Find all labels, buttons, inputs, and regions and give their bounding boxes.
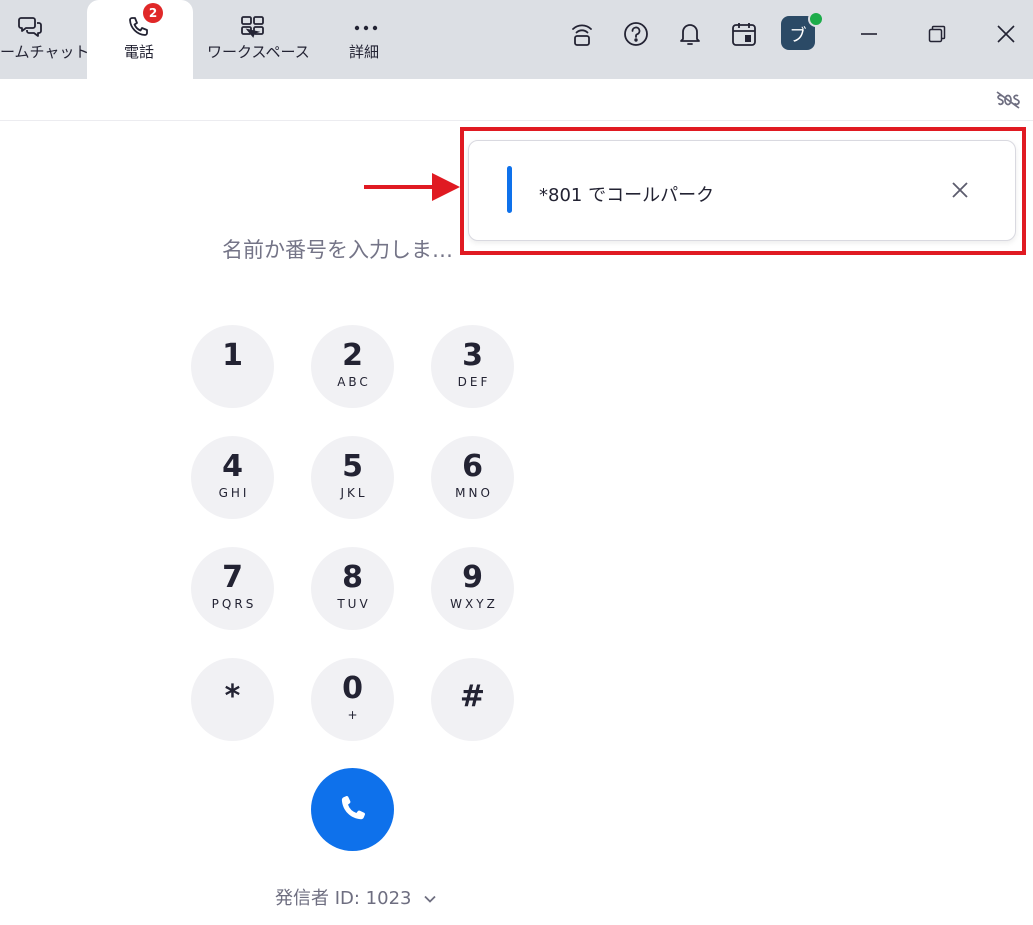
tab-workspace[interactable]: ワークスペース xyxy=(200,0,310,79)
phone-icon xyxy=(338,793,368,827)
dial-key-digit: * xyxy=(224,679,241,714)
secondary-toolbar xyxy=(0,79,1033,121)
annotation-highlight-box xyxy=(460,127,1026,255)
dial-key-letters: PQRS xyxy=(211,597,257,611)
dial-key-digit: 9 xyxy=(462,560,483,595)
dial-key-letters: GHI xyxy=(218,486,250,500)
more-dots-icon xyxy=(353,18,379,37)
dial-key-digit: # xyxy=(459,679,486,714)
help-icon[interactable] xyxy=(622,20,650,48)
dial-key-digit: 7 xyxy=(222,560,243,595)
chevron-down-icon xyxy=(423,887,436,908)
dial-key-digit: 3 xyxy=(462,338,483,373)
dial-key-digit: 2 xyxy=(342,338,363,373)
tab-phone-label: 電話 xyxy=(124,43,155,61)
dial-key-letters: DEF xyxy=(457,375,491,389)
wireless-icon[interactable] xyxy=(568,20,596,48)
dial-key-letters: ABC xyxy=(337,375,371,389)
dial-key-3[interactable]: 3 DEF xyxy=(431,325,514,408)
dial-key-digit: 8 xyxy=(342,560,363,595)
tab-team-chat[interactable]: ームチャット xyxy=(0,0,90,79)
tab-phone[interactable]: 2 電話 xyxy=(87,0,193,79)
call-button[interactable] xyxy=(311,768,394,851)
caller-id-label: 発信者 ID: 1023 xyxy=(275,888,412,909)
dial-key-5[interactable]: 5 JKL xyxy=(311,436,394,519)
bell-icon[interactable] xyxy=(676,20,704,48)
dial-key-letters: MNO xyxy=(455,486,493,500)
tab-team-chat-label: ームチャット xyxy=(0,43,90,61)
dial-key-digit: 5 xyxy=(342,449,363,484)
dial-key-7[interactable]: 7 PQRS xyxy=(191,547,274,630)
presence-status-dot xyxy=(808,11,824,27)
caller-id-selector[interactable]: 発信者 ID: 1023 xyxy=(275,884,436,910)
dial-key-0[interactable]: 0 + xyxy=(311,658,394,741)
annotation-arrow-icon xyxy=(364,170,460,208)
dial-key-digit: 4 xyxy=(222,449,243,484)
dial-key-2[interactable]: 2 ABC xyxy=(311,325,394,408)
calendar-icon[interactable] xyxy=(730,20,758,48)
top-navigation-bar: ームチャット 2 電話 ワークスペース 詳細 ブ xyxy=(0,0,1033,79)
dial-key-letters: JKL xyxy=(340,486,368,500)
dial-key-1[interactable]: 1 xyxy=(191,325,274,408)
sos-off-icon[interactable] xyxy=(995,90,1021,114)
dial-key-letters: WXYZ xyxy=(450,597,498,611)
dial-key-digit: 1 xyxy=(222,338,243,373)
dial-key-hash[interactable]: # xyxy=(431,658,514,741)
dial-key-letters: + xyxy=(347,708,361,722)
close-window-icon[interactable] xyxy=(992,20,1020,48)
tab-more-label: 詳細 xyxy=(349,43,380,61)
dial-key-9[interactable]: 9 WXYZ xyxy=(431,547,514,630)
workspace-icon xyxy=(240,15,266,43)
dial-key-letters: TUV xyxy=(337,597,371,611)
tab-workspace-label: ワークスペース xyxy=(207,43,310,61)
minimize-icon[interactable] xyxy=(855,20,883,48)
chat-bubbles-icon xyxy=(18,15,44,43)
dial-key-digit: 6 xyxy=(462,449,483,484)
tab-more[interactable]: 詳細 xyxy=(320,0,412,79)
dial-key-star[interactable]: * xyxy=(191,658,274,741)
restore-icon[interactable] xyxy=(923,20,951,48)
dial-key-6[interactable]: 6 MNO xyxy=(431,436,514,519)
avatar-initial: ブ xyxy=(789,25,807,46)
dial-key-4[interactable]: 4 GHI xyxy=(191,436,274,519)
dial-key-digit: 0 xyxy=(342,671,363,706)
unread-badge: 2 xyxy=(143,3,163,23)
dial-key-8[interactable]: 8 TUV xyxy=(311,547,394,630)
